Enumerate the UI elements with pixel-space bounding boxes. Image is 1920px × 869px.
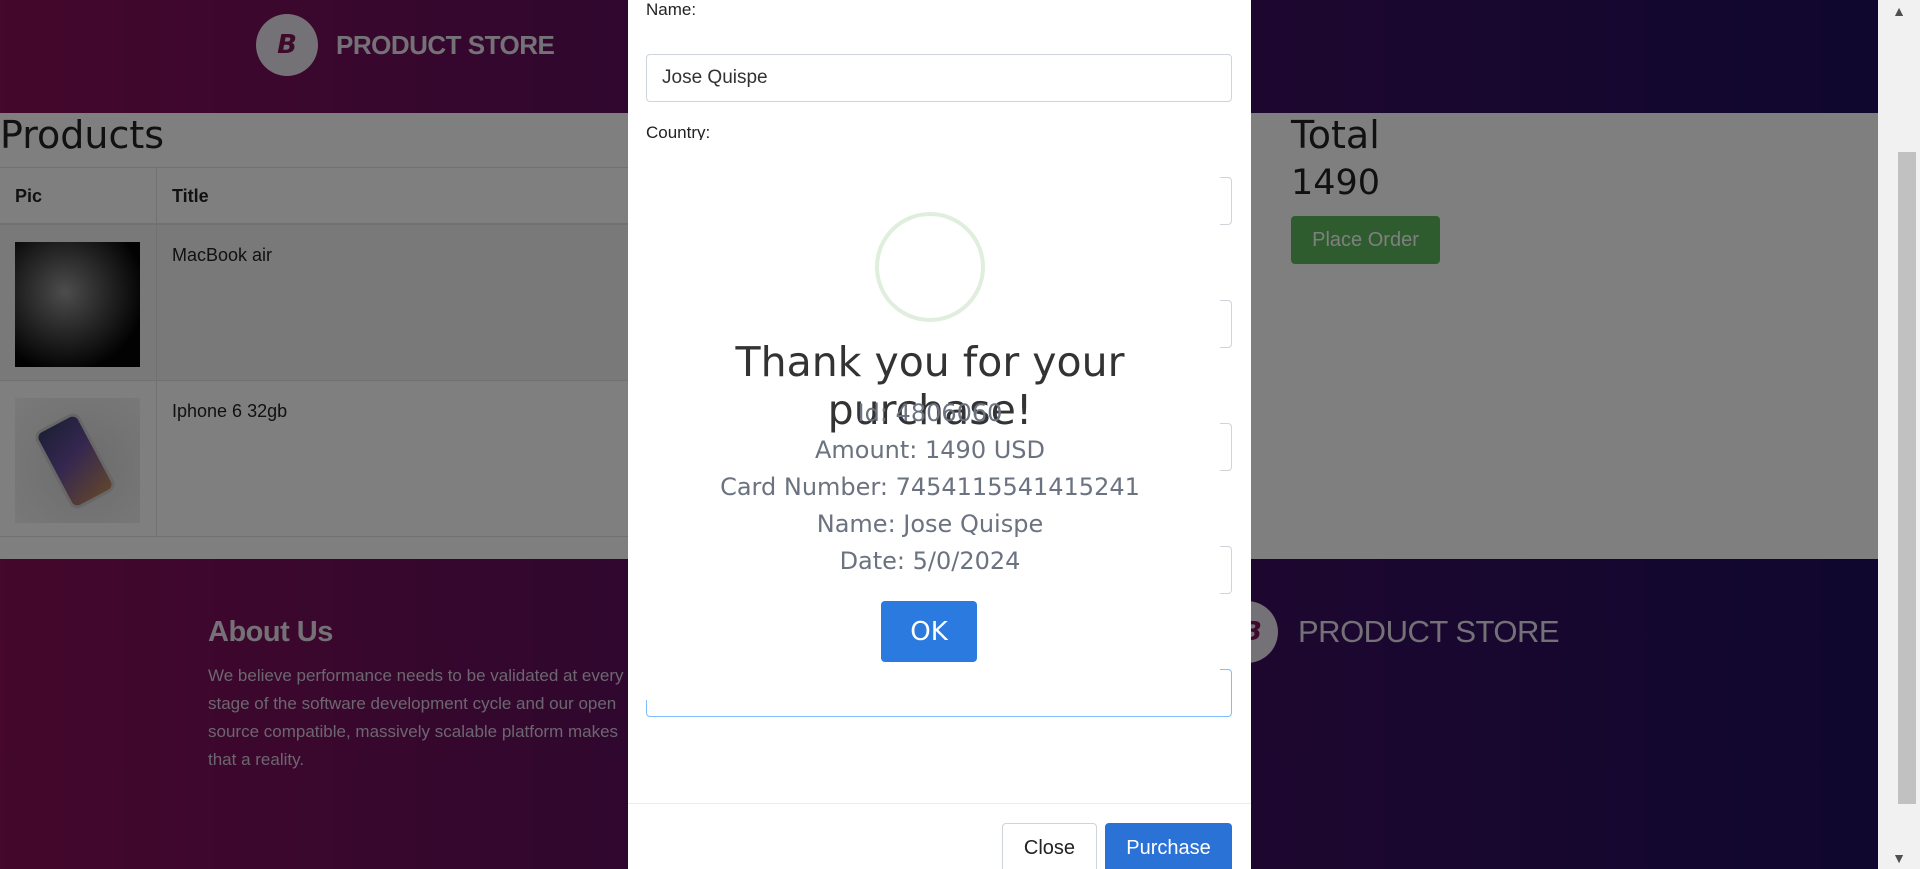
alert-details: Id: 4806060 Amount: 1490 USD Card Number… [640, 395, 1220, 580]
purchase-button[interactable]: Purchase [1105, 823, 1232, 869]
vertical-scrollbar[interactable]: ▲ ▼ [1878, 0, 1920, 869]
name-field[interactable]: Jose Quispe [646, 54, 1232, 102]
order-id: Id: 4806060 [857, 399, 1003, 427]
purchase-confirmation-alert: Thank you for your purchase! Id: 4806060… [640, 140, 1220, 700]
scroll-down-arrow-icon[interactable]: ▼ [1886, 847, 1912, 869]
close-button[interactable]: Close [1002, 823, 1097, 869]
ok-button[interactable]: OK [881, 601, 977, 662]
scrollbar-thumb[interactable] [1898, 152, 1916, 804]
scroll-up-arrow-icon[interactable]: ▲ [1886, 0, 1912, 22]
modal-footer: Close Purchase [628, 803, 1251, 869]
order-amount: Amount: 1490 USD [814, 436, 1045, 464]
customer-name: Name: Jose Quispe [816, 510, 1044, 538]
name-label: Name: [646, 0, 697, 19]
success-check-icon [875, 212, 985, 322]
order-date: Date: 5/0/2024 [839, 547, 1021, 575]
product-store-page: B PRODUCT STORE Products Pic Title MacBo… [0, 0, 1878, 869]
card-number: Card Number: 7454115541415241 [720, 473, 1140, 501]
